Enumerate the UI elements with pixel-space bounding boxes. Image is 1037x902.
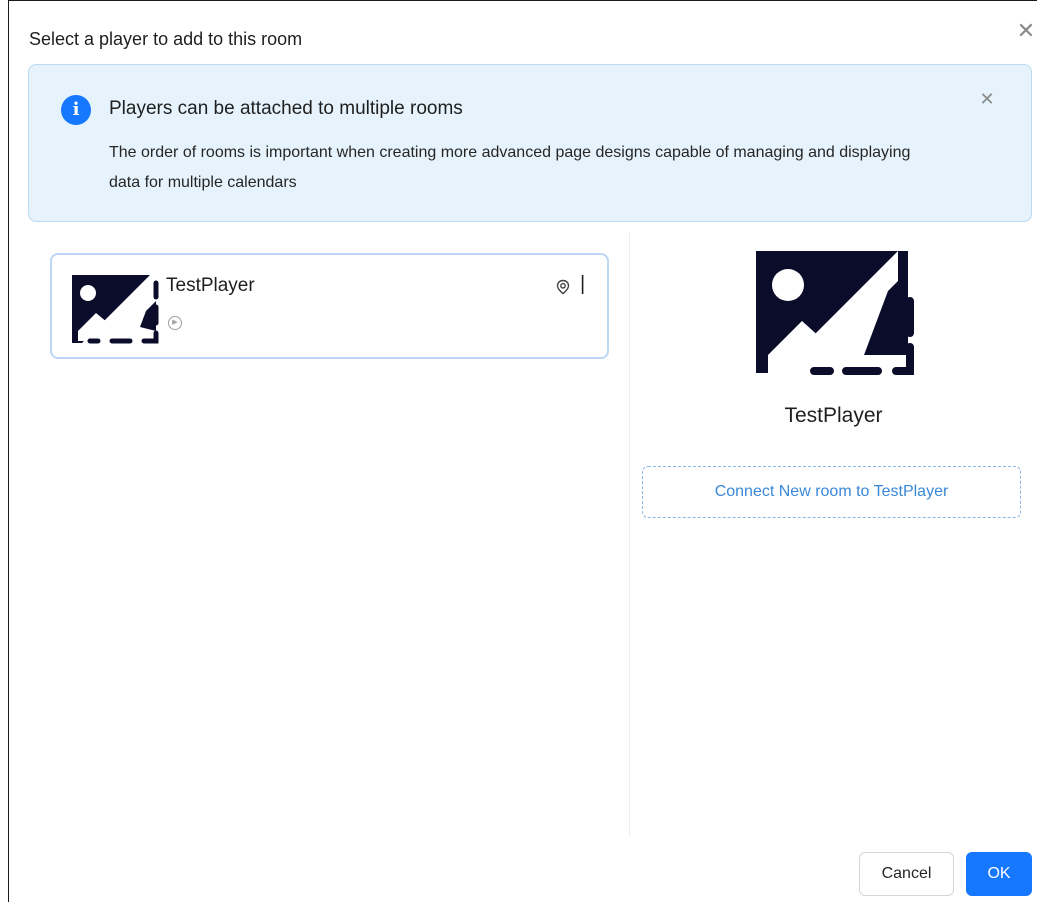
map-pin-icon[interactable]	[555, 279, 571, 295]
select-player-dialog: Select a player to add to this room ✕ i …	[8, 0, 1037, 902]
info-alert: i Players can be attached to multiple ro…	[28, 64, 1032, 222]
player-name: TestPlayer	[166, 275, 255, 296]
player-card[interactable]: TestPlayer ▶ |	[50, 253, 609, 359]
info-icon: i	[61, 95, 91, 125]
alert-close-icon[interactable]: ✕	[977, 89, 997, 109]
play-circle-icon: ▶	[168, 316, 182, 330]
close-icon[interactable]: ✕	[1014, 19, 1037, 43]
broken-image-icon	[72, 275, 159, 344]
ok-button[interactable]: OK	[966, 852, 1032, 896]
broken-image-icon	[756, 251, 914, 375]
connect-room-button[interactable]: Connect New room to TestPlayer	[642, 466, 1021, 518]
text-cursor: |	[580, 273, 586, 295]
alert-body: The order of rooms is important when cre…	[109, 144, 911, 191]
cancel-button[interactable]: Cancel	[859, 852, 954, 896]
preview-player-name: TestPlayer	[784, 404, 883, 427]
dialog-title: Select a player to add to this room	[29, 29, 303, 49]
panel-divider	[629, 233, 630, 836]
alert-title: Players can be attached to multiple room…	[109, 98, 463, 119]
